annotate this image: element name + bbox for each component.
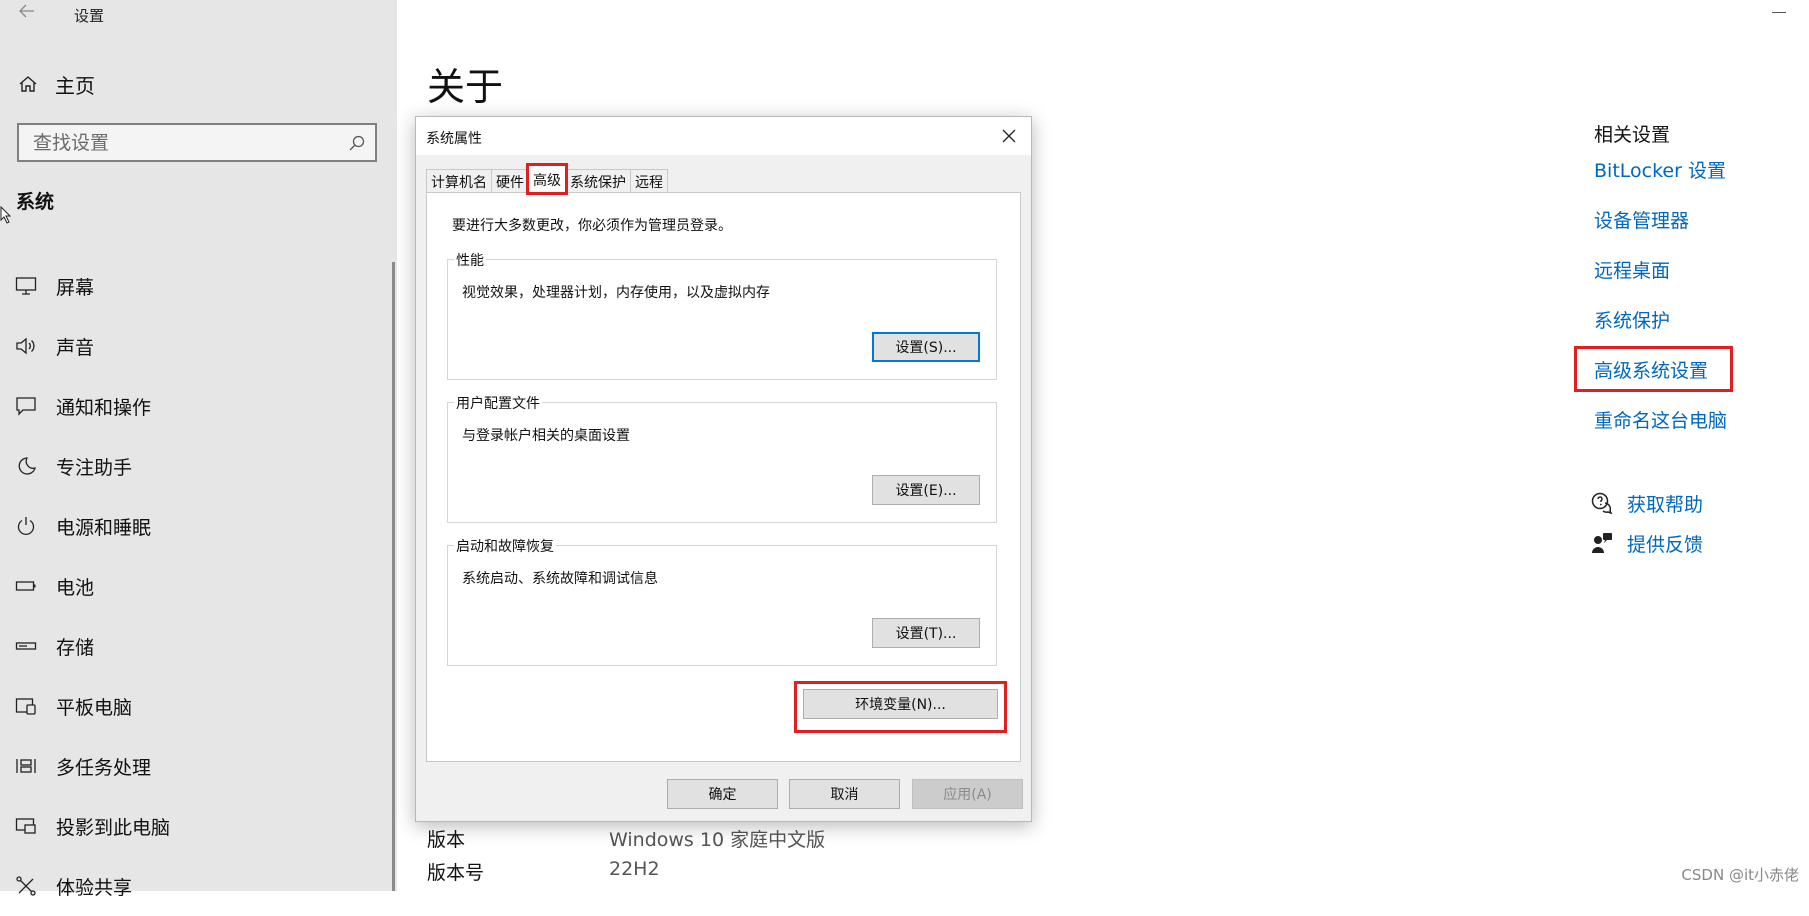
dialog-title: 系统属性	[426, 131, 482, 147]
home-icon	[19, 76, 37, 92]
group-label: 性能	[454, 250, 486, 270]
group-description: 系统启动、系统故障和调试信息	[462, 571, 658, 587]
feedback-person-icon	[1592, 533, 1612, 553]
sidebar-item-label: 通知和操作	[56, 396, 152, 419]
sidebar-item-label: 体验共享	[56, 876, 133, 899]
tab-computer-name[interactable]: 计算机名	[426, 169, 492, 193]
ok-button[interactable]: 确定	[667, 779, 778, 809]
tab-hardware[interactable]: 硬件	[491, 169, 529, 193]
sidebar-item-label: 声音	[56, 336, 95, 359]
sidebar: 设置 主页 系统 屏幕 声音	[0, 0, 397, 899]
advanced-tab-panel: 要进行大多数更改，你必须作为管理员登录。 性能 视觉效果，处理器计划，内存使用，…	[426, 192, 1021, 762]
link-bitlocker-settings[interactable]: BitLocker 设置	[1594, 156, 1726, 183]
group-user-profiles: 用户配置文件 与登录帐户相关的桌面设置 设置(E)...	[447, 393, 997, 523]
spec-value: Windows 10 家庭中文版	[609, 829, 826, 851]
page-title: 关于	[427, 65, 504, 109]
sidebar-item-label: 电源和睡眠	[56, 516, 152, 539]
sidebar-item-label: 平板电脑	[56, 696, 133, 719]
tablet-icon	[14, 694, 38, 718]
group-label: 启动和故障恢复	[454, 536, 556, 556]
monitor-icon	[14, 274, 38, 298]
tab-remote[interactable]: 远程	[630, 169, 668, 193]
tab-advanced[interactable]: 高级	[526, 163, 568, 195]
group-startup-recovery: 启动和故障恢复 系统启动、系统故障和调试信息 设置(T)...	[447, 536, 997, 666]
dialog-close-button[interactable]	[995, 123, 1023, 149]
link-get-help[interactable]: 获取帮助	[1591, 489, 1703, 517]
sidebar-item-label: 电池	[56, 576, 95, 599]
link-give-feedback[interactable]: 提供反馈	[1591, 529, 1703, 557]
link-label: 获取帮助	[1627, 493, 1704, 516]
sidebar-nav: 屏幕 声音 通知和操作 专注助手 电源和睡眠 电池 存储 平板电脑 多任务处理 …	[0, 256, 390, 916]
link-system-protection[interactable]: 系统保护	[1594, 306, 1670, 333]
environment-variables-button[interactable]: 环境变量(N)...	[803, 689, 998, 719]
search-icon[interactable]	[349, 135, 365, 151]
minimize-icon[interactable]	[1772, 12, 1786, 13]
sidebar-item-label: 投影到此电脑	[56, 816, 171, 839]
link-rename-pc[interactable]: 重命名这台电脑	[1594, 406, 1727, 433]
sidebar-item-label: 存储	[56, 636, 95, 659]
system-properties-dialog: 系统属性 计算机名 硬件 高级 系统保护 远程 要进行大多数更改，你必须作为管理…	[415, 116, 1032, 822]
dialog-tabs: 计算机名 硬件 高级 系统保护 远程	[426, 163, 668, 195]
speaker-icon	[14, 334, 38, 358]
sidebar-item-tablet[interactable]: 平板电脑	[0, 676, 390, 736]
sidebar-item-display[interactable]: 屏幕	[0, 256, 390, 316]
apply-button[interactable]: 应用(A)	[912, 779, 1023, 809]
spec-value: 22H2	[609, 858, 660, 880]
power-icon	[14, 514, 38, 538]
dialog-titlebar[interactable]: 系统属性	[416, 117, 1031, 155]
share-icon	[14, 874, 38, 898]
sidebar-item-shared-experiences[interactable]: 体验共享	[0, 856, 390, 916]
admin-note: 要进行大多数更改，你必须作为管理员登录。	[452, 218, 732, 234]
battery-icon	[14, 574, 38, 598]
section-heading: 系统	[16, 191, 55, 213]
sidebar-item-label: 专注助手	[56, 456, 133, 479]
multitask-icon	[14, 754, 38, 778]
spec-label: 版本	[427, 829, 466, 851]
link-device-manager[interactable]: 设备管理器	[1594, 206, 1689, 233]
sidebar-item-storage[interactable]: 存储	[0, 616, 390, 676]
notification-icon	[14, 394, 38, 418]
moon-icon	[14, 454, 38, 478]
link-advanced-system-settings[interactable]: 高级系统设置	[1594, 356, 1708, 383]
sidebar-item-home[interactable]: 主页	[18, 70, 95, 98]
sidebar-item-label: 屏幕	[56, 276, 95, 299]
sidebar-item-sound[interactable]: 声音	[0, 316, 390, 376]
performance-settings-button[interactable]: 设置(S)...	[872, 332, 980, 362]
sidebar-scrollbar[interactable]	[392, 262, 395, 891]
sidebar-item-multitasking[interactable]: 多任务处理	[0, 736, 390, 796]
group-description: 视觉效果，处理器计划，内存使用，以及虚拟内存	[462, 285, 770, 301]
app-title: 设置	[74, 7, 105, 25]
storage-icon	[14, 634, 38, 658]
mouse-cursor-icon	[0, 206, 12, 224]
project-icon	[14, 814, 38, 838]
watermark: CSDN @it小赤佬	[1681, 866, 1799, 884]
search-box[interactable]	[17, 123, 377, 162]
cancel-button[interactable]: 取消	[789, 779, 900, 809]
related-settings-title: 相关设置	[1594, 124, 1671, 146]
close-icon	[1002, 129, 1016, 143]
sidebar-item-notifications[interactable]: 通知和操作	[0, 376, 390, 436]
link-remote-desktop[interactable]: 远程桌面	[1594, 256, 1670, 283]
sidebar-item-label: 多任务处理	[56, 756, 152, 779]
search-input[interactable]	[31, 130, 331, 155]
group-description: 与登录帐户相关的桌面设置	[462, 428, 630, 444]
group-label: 用户配置文件	[454, 393, 542, 413]
back-button[interactable]	[16, 0, 38, 22]
back-arrow-icon	[19, 4, 34, 18]
sidebar-item-label: 主页	[55, 73, 95, 98]
startup-recovery-settings-button[interactable]: 设置(T)...	[872, 618, 980, 648]
spec-label: 版本号	[427, 862, 485, 884]
help-chat-icon	[1591, 492, 1613, 514]
user-profiles-settings-button[interactable]: 设置(E)...	[872, 475, 980, 505]
tab-system-protection[interactable]: 系统保护	[565, 169, 631, 193]
sidebar-item-focus-assist[interactable]: 专注助手	[0, 436, 390, 496]
group-performance: 性能 视觉效果，处理器计划，内存使用，以及虚拟内存 设置(S)...	[447, 250, 997, 380]
link-label: 提供反馈	[1627, 533, 1704, 556]
sidebar-item-project[interactable]: 投影到此电脑	[0, 796, 390, 856]
sidebar-item-battery[interactable]: 电池	[0, 556, 390, 616]
sidebar-item-power[interactable]: 电源和睡眠	[0, 496, 390, 556]
